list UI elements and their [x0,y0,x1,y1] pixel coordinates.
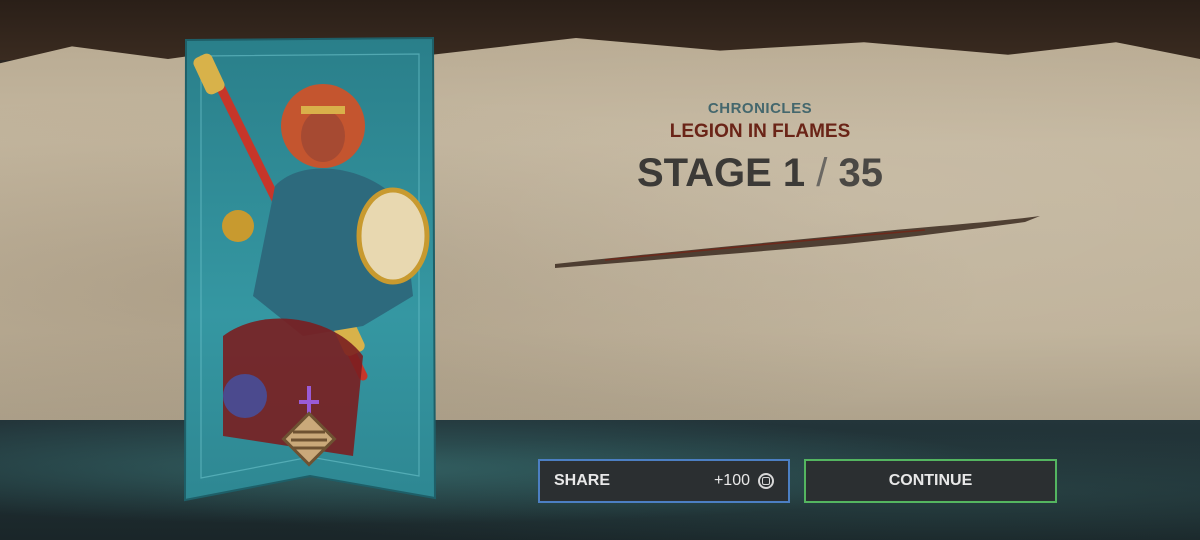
stage-total: 35 [838,151,884,195]
hero-banner [183,36,437,502]
stage-prefix: STAGE [636,151,772,195]
continue-label: CONTINUE [888,472,973,489]
stage-separator: / [816,151,828,195]
stage-current: 1 [782,151,806,195]
share-button[interactable]: SHARE +100 [538,459,790,503]
stage-info: CHRONICLES LEGION IN FLAMES STAGE 1 / 35 [560,100,960,196]
share-reward: +100 [714,472,774,490]
coin-icon [758,473,774,489]
share-reward-amount: +100 [713,472,750,489]
mode-title: CHRONICLES [707,100,813,117]
scratch-mark [555,216,1040,268]
share-label: SHARE [554,472,611,489]
stage-progress: STAGE 1 / 35 [560,151,960,196]
chapter-title: LEGION IN FLAMES [669,121,851,142]
continue-button[interactable]: CONTINUE [804,459,1057,503]
